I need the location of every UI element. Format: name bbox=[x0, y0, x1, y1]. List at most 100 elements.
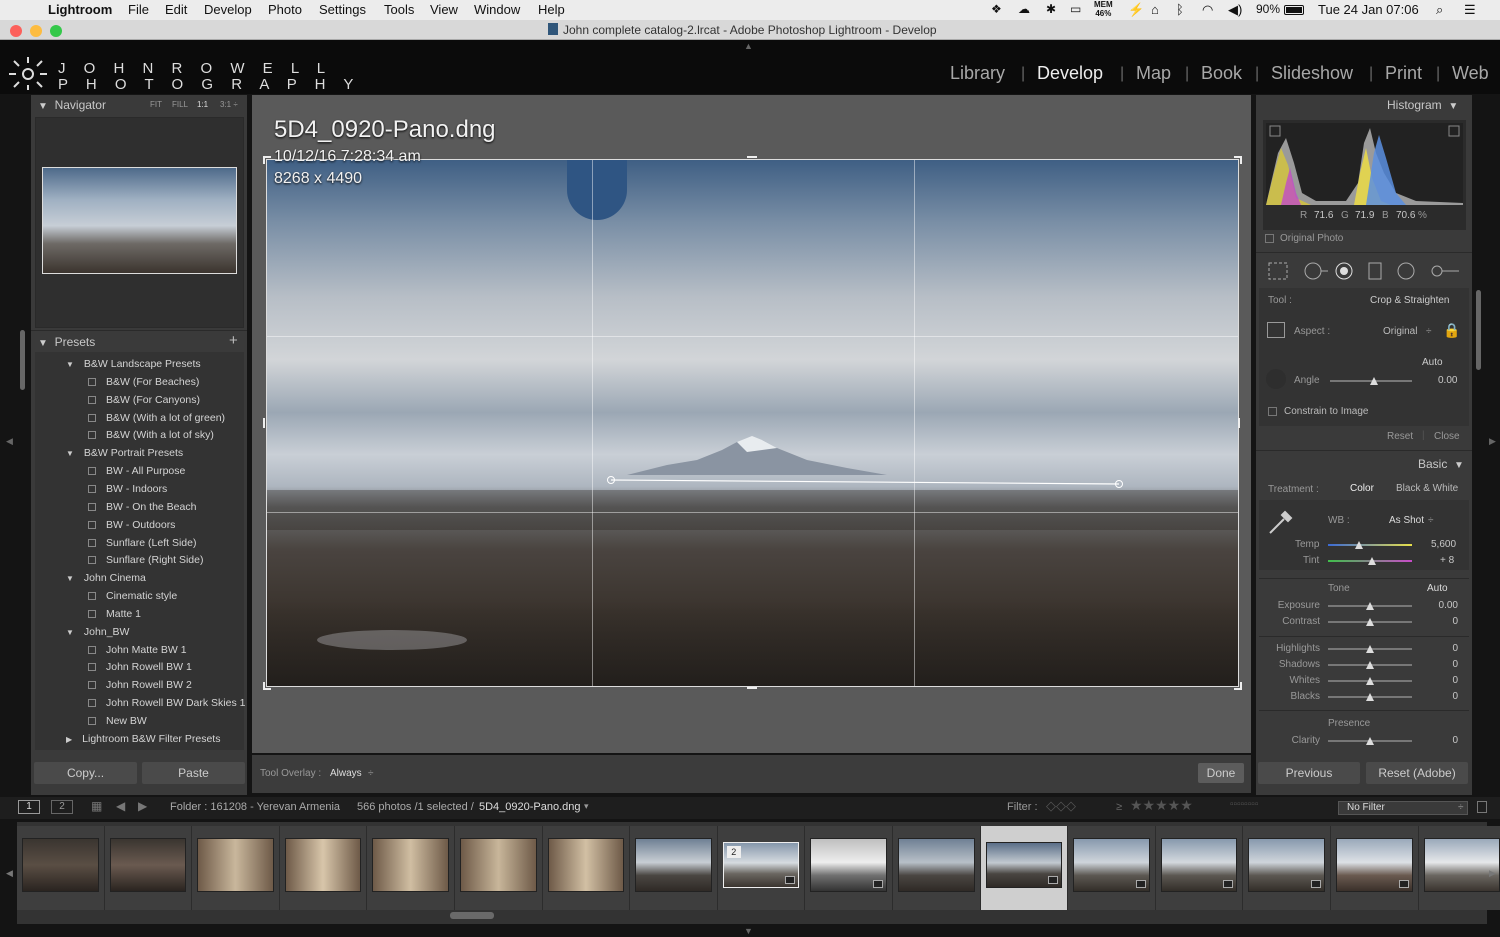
right-panel-toggle[interactable]: ▶ bbox=[1489, 436, 1496, 447]
blacks-value[interactable]: 0 bbox=[1452, 691, 1458, 702]
contrast-value[interactable]: 0 bbox=[1452, 616, 1458, 627]
filmstrip-thumbnail[interactable] bbox=[372, 838, 449, 892]
bluetooth-icon[interactable]: ᛒ bbox=[1176, 2, 1184, 17]
tint-value[interactable]: + 8 bbox=[1440, 555, 1454, 566]
module-map[interactable]: Map bbox=[1136, 63, 1171, 84]
color-label-filter[interactable]: ▫▫▫▫▫▫▫▫ bbox=[1230, 799, 1258, 810]
crop-handle-bottom-right[interactable] bbox=[1234, 682, 1242, 690]
second-window-button[interactable]: 2 bbox=[51, 800, 73, 814]
star-rating-filter[interactable]: ★★★★★ bbox=[1130, 797, 1193, 814]
filmstrip-thumbnail[interactable] bbox=[1073, 838, 1150, 892]
wifi-icon[interactable]: ◠ bbox=[1202, 2, 1213, 18]
close-window-button[interactable] bbox=[10, 25, 22, 37]
preset-item[interactable]: B&W (With a lot of sky) bbox=[88, 429, 214, 441]
crop-frame-icon[interactable] bbox=[1267, 322, 1285, 338]
straighten-line[interactable] bbox=[605, 474, 1125, 488]
left-panel-scrollbar[interactable] bbox=[20, 330, 25, 390]
crop-handle-left[interactable] bbox=[263, 418, 265, 428]
memory-indicator[interactable]: MEM 46% bbox=[1094, 0, 1113, 18]
menu-edit[interactable]: Edit bbox=[165, 2, 187, 17]
rating-operator[interactable]: ≥ bbox=[1116, 801, 1122, 813]
paste-settings-button[interactable]: Paste bbox=[142, 762, 245, 784]
histogram-header[interactable]: Histogram ▼ bbox=[1387, 98, 1458, 112]
filmstrip-thumbnail[interactable] bbox=[109, 838, 187, 892]
preset-item[interactable]: Cinematic style bbox=[88, 590, 177, 602]
preset-item[interactable]: Matte 1 bbox=[88, 608, 141, 620]
previous-button[interactable]: Previous bbox=[1258, 762, 1360, 784]
tone-auto-button[interactable]: Auto bbox=[1427, 583, 1448, 594]
disclosure-right-icon[interactable]: ▶ bbox=[66, 735, 72, 744]
crop-reset-button[interactable]: Reset bbox=[1387, 431, 1413, 442]
module-book[interactable]: Book bbox=[1201, 63, 1242, 84]
whites-value[interactable]: 0 bbox=[1452, 675, 1458, 686]
crop-handle-top[interactable] bbox=[747, 156, 757, 158]
filter-lock-icon[interactable] bbox=[1477, 801, 1487, 813]
previous-photo-icon[interactable]: ◀ bbox=[116, 799, 125, 813]
menu-settings[interactable]: Settings bbox=[319, 2, 366, 17]
filmstrip-scroll-left[interactable]: ◀ bbox=[6, 868, 13, 879]
clarity-value[interactable]: 0 bbox=[1452, 735, 1458, 746]
filmstrip-thumbnail[interactable] bbox=[22, 838, 99, 892]
angle-auto-button[interactable]: Auto bbox=[1422, 357, 1443, 368]
left-panel-toggle[interactable]: ◀ bbox=[6, 436, 13, 447]
crop-handle-top-left[interactable] bbox=[263, 156, 271, 164]
chevron-updown-icon[interactable]: ÷ bbox=[1428, 515, 1434, 526]
tint-slider-thumb[interactable] bbox=[1368, 557, 1376, 565]
bank-icon[interactable]: ⌂ bbox=[1151, 2, 1159, 17]
radial-filter-icon[interactable] bbox=[1396, 261, 1416, 281]
zoom-1-1[interactable]: 1:1 bbox=[197, 100, 208, 109]
highlights-value[interactable]: 0 bbox=[1452, 643, 1458, 654]
filmstrip-thumbnail[interactable] bbox=[635, 838, 712, 892]
lightning-icon[interactable]: ⚡ bbox=[1128, 2, 1144, 18]
module-slideshow[interactable]: Slideshow bbox=[1271, 63, 1353, 84]
reset-adobe-button[interactable]: Reset (Adobe) bbox=[1366, 762, 1468, 784]
preset-item[interactable]: BW - On the Beach bbox=[88, 501, 196, 513]
menu-photo[interactable]: Photo bbox=[268, 2, 302, 17]
treatment-color[interactable]: Color bbox=[1350, 483, 1374, 494]
next-photo-icon[interactable]: ▶ bbox=[138, 799, 147, 813]
notification-center-icon[interactable]: ☰ bbox=[1464, 2, 1476, 18]
menu-window[interactable]: Window bbox=[474, 2, 520, 17]
wb-select[interactable]: As Shot bbox=[1389, 515, 1424, 526]
preset-item[interactable]: BW - Indoors bbox=[88, 483, 167, 495]
chevron-down-icon[interactable]: ▾ bbox=[584, 801, 589, 812]
contrast-slider-thumb[interactable] bbox=[1366, 618, 1374, 626]
crop-handle-right[interactable] bbox=[1238, 418, 1240, 428]
filmstrip-thumbnail[interactable] bbox=[1248, 838, 1325, 892]
clarity-slider-thumb[interactable] bbox=[1366, 737, 1374, 745]
menu-file[interactable]: File bbox=[128, 2, 149, 17]
lock-icon[interactable]: 🔒 bbox=[1443, 322, 1460, 338]
disclosure-down-icon[interactable]: ▼ bbox=[66, 628, 74, 637]
filmstrip-thumbnail[interactable] bbox=[547, 838, 625, 892]
shadows-slider-thumb[interactable] bbox=[1366, 661, 1374, 669]
navigator-thumbnail[interactable] bbox=[42, 167, 237, 274]
selected-filename[interactable]: 5D4_0920-Pano.dng bbox=[479, 801, 581, 813]
preset-folder[interactable]: ▶ Lightroom B&W Filter Presets bbox=[66, 733, 220, 745]
spot-removal-icon[interactable] bbox=[1302, 261, 1330, 281]
preset-folder[interactable]: ▼ B&W Portrait Presets bbox=[66, 447, 183, 459]
display-icon[interactable]: ▭ bbox=[1070, 2, 1081, 16]
module-library[interactable]: Library bbox=[950, 63, 1005, 84]
filmstrip-thumbnail[interactable]: 2 bbox=[722, 842, 800, 888]
level-tool-icon[interactable] bbox=[1266, 369, 1286, 389]
temp-slider-thumb[interactable] bbox=[1355, 541, 1363, 549]
graduated-filter-icon[interactable] bbox=[1366, 261, 1382, 281]
basic-header[interactable]: Basic ▼ bbox=[1418, 457, 1464, 471]
navigator-header[interactable]: ▼ Navigator bbox=[38, 98, 106, 112]
creative-cloud-icon[interactable]: ☁ bbox=[1018, 2, 1030, 16]
menu-develop[interactable]: Develop bbox=[204, 2, 252, 17]
filmstrip-thumbnail[interactable] bbox=[1423, 838, 1500, 892]
crop-close-button[interactable]: Close bbox=[1434, 431, 1460, 442]
zoom-fit[interactable]: FIT bbox=[150, 100, 162, 109]
menu-tools[interactable]: Tools bbox=[384, 2, 414, 17]
copy-settings-button[interactable]: Copy... bbox=[34, 762, 137, 784]
crop-handle-bottom-left[interactable] bbox=[263, 682, 271, 690]
preset-item[interactable]: New BW bbox=[88, 715, 147, 727]
zoom-3-1[interactable]: 3:1 ÷ bbox=[220, 100, 238, 109]
filmstrip-thumbnail[interactable] bbox=[284, 838, 362, 892]
filmstrip-scroll-right[interactable]: ▶ bbox=[1489, 868, 1496, 879]
preset-item[interactable]: John Matte BW 1 bbox=[88, 644, 187, 656]
zoom-fill[interactable]: FILL bbox=[172, 100, 188, 109]
chevron-updown-icon[interactable]: ÷ bbox=[1426, 326, 1432, 337]
zoom-window-button[interactable] bbox=[50, 25, 62, 37]
